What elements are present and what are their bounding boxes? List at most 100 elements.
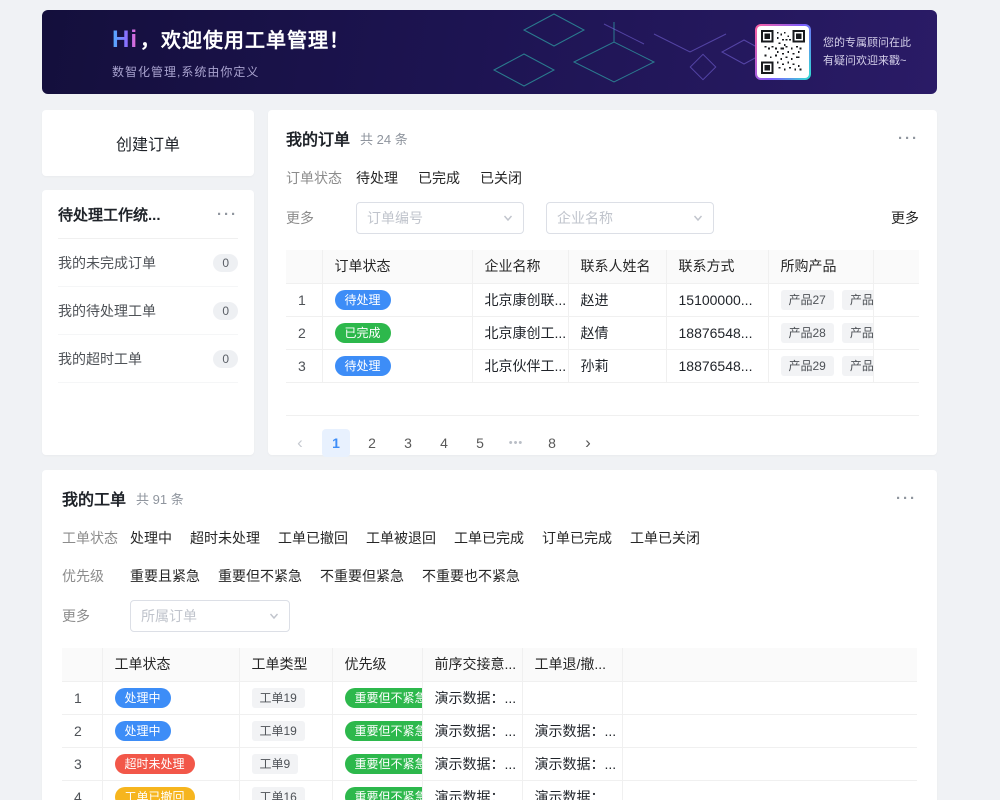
status-badge: 处理中	[115, 688, 171, 708]
column-header-status: 订单状态	[322, 250, 472, 283]
filter-option-returned[interactable]: 工单被退回	[366, 528, 436, 548]
table-row[interactable]: 3 待处理 北京伙伴工... 孙莉 18876548... 产品29产品	[286, 349, 919, 382]
banner-decoration-icon	[454, 10, 794, 94]
contact-cell: 赵进	[568, 283, 666, 316]
row-index: 3	[286, 349, 322, 382]
contact-cell: 孙莉	[568, 349, 666, 382]
tickets-table: 工单状态 工单类型 优先级 前序交接意... 工单退/撤... 1 处理中 工单…	[62, 648, 917, 800]
page-button-3[interactable]: 3	[394, 429, 422, 457]
tail-cell	[622, 747, 917, 780]
page-ellipsis-button[interactable]: •••	[502, 429, 530, 457]
company-name-select[interactable]: 企业名称	[546, 202, 714, 234]
create-order-button[interactable]: 创建订单	[42, 110, 254, 176]
filter-option-order-done[interactable]: 订单已完成	[542, 528, 612, 548]
more-icon[interactable]: ···	[896, 491, 917, 506]
orders-title: 我的订单	[286, 126, 350, 150]
consultant-block: 您的专属顾问在此 有疑问欢迎来戳~	[755, 24, 911, 80]
priority-filter-row: 优先级 重要且紧急 重要但不紧急 不重要但紧急 不重要也不紧急	[62, 566, 917, 586]
page-button-4[interactable]: 4	[430, 429, 458, 457]
orders-table: 订单状态 企业名称 联系人姓名 联系方式 所购产品 1 待处理 北京康创联...…	[286, 250, 919, 416]
order-status-filter-label: 订单状态	[286, 168, 356, 188]
column-header-withdraw: 工单退/撤...	[522, 648, 622, 681]
column-header-priority: 优先级	[332, 648, 422, 681]
priority-option-4[interactable]: 不重要也不紧急	[422, 566, 520, 586]
withdraw-cell	[522, 681, 622, 714]
orders-count: 共 24 条	[360, 129, 408, 148]
table-row[interactable]: 2 已完成 北京康创工... 赵倩 18876548... 产品28产品	[286, 316, 919, 349]
order-id-select-placeholder: 订单编号	[367, 208, 423, 228]
orders-panel: 我的订单 共 24 条 ··· 订单状态 待处理 已完成 已关闭 更多 订单编号…	[268, 110, 937, 455]
tail-cell	[622, 780, 917, 800]
table-row[interactable]: 1 待处理 北京康创联... 赵进 15100000... 产品27产品	[286, 283, 919, 316]
filter-option-closed[interactable]: 工单已关闭	[630, 528, 700, 548]
column-header-index	[286, 250, 322, 283]
filter-option-closed[interactable]: 已关闭	[480, 168, 522, 188]
filter-option-completed[interactable]: 已完成	[418, 168, 460, 188]
welcome-banner: Hi，欢迎使用工单管理！ 数智化管理,系统由你定义	[42, 10, 937, 94]
table-row[interactable]: 1 处理中 工单19 重要但不紧急 演示数据：...	[62, 681, 917, 714]
products-cell: 产品28产品	[768, 316, 873, 349]
priority-badge: 重要但不紧急	[345, 754, 423, 774]
tickets-table-header-row: 工单状态 工单类型 优先级 前序交接意... 工单退/撤...	[62, 648, 917, 681]
column-header-company: 企业名称	[472, 250, 568, 283]
parent-order-select[interactable]: 所属订单	[130, 600, 290, 632]
stat-row-overtime-tickets[interactable]: 我的超时工单 0	[58, 335, 238, 383]
status-badge: 待处理	[335, 290, 391, 310]
page-button-5[interactable]: 5	[466, 429, 494, 457]
status-badge: 超时未处理	[115, 754, 195, 774]
company-select-placeholder: 企业名称	[557, 208, 613, 228]
order-id-select[interactable]: 订单编号	[356, 202, 524, 234]
tail-cell	[873, 283, 919, 316]
company-cell: 北京康创联...	[472, 283, 568, 316]
prev-page-button[interactable]: ‹	[286, 429, 314, 457]
left-column: 创建订单 待处理工作统... ··· 我的未完成订单 0 我的待处理工单 0 我…	[42, 110, 254, 455]
count-badge: 0	[213, 254, 238, 272]
stat-label: 我的待处理工单	[58, 301, 156, 321]
status-badge: 已完成	[335, 323, 391, 343]
phone-cell: 18876548...	[666, 349, 768, 382]
ticket-type-tag: 工单19	[252, 688, 305, 708]
page-button-2[interactable]: 2	[358, 429, 386, 457]
tickets-title: 我的工单	[62, 486, 126, 510]
product-tag: 产品29	[781, 356, 834, 376]
priority-badge: 重要但不紧急	[345, 688, 423, 708]
filter-option-processing[interactable]: 处理中	[130, 528, 172, 548]
product-tag: 产品27	[781, 290, 834, 310]
table-row[interactable]: 3 超时未处理 工单9 重要但不紧急 演示数据：... 演示数据：...	[62, 747, 917, 780]
row-index: 3	[62, 747, 102, 780]
table-row[interactable]: 2 处理中 工单19 重要但不紧急 演示数据：... 演示数据：...	[62, 714, 917, 747]
banner-text: Hi，欢迎使用工单管理！ 数智化管理,系统由你定义	[112, 24, 350, 80]
ticket-type-tag: 工单16	[252, 787, 305, 800]
row-index: 2	[286, 316, 322, 349]
tickets-count: 共 91 条	[136, 489, 184, 508]
status-badge: 待处理	[335, 356, 391, 376]
more-icon[interactable]: ···	[898, 131, 919, 146]
priority-badge: 重要但不紧急	[345, 787, 423, 800]
company-cell: 北京康创工...	[472, 316, 568, 349]
priority-option-3[interactable]: 不重要但紧急	[320, 566, 404, 586]
chevron-down-icon	[693, 213, 703, 223]
stat-row-pending-tickets[interactable]: 我的待处理工单 0	[58, 287, 238, 335]
filter-option-withdrawn[interactable]: 工单已撤回	[278, 528, 348, 548]
stat-row-unfinished-orders[interactable]: 我的未完成订单 0	[58, 239, 238, 287]
workorder-dashboard: Hi，欢迎使用工单管理！ 数智化管理,系统由你定义	[0, 0, 1000, 800]
table-row[interactable]: 4 工单已撤回 工单16 重要但不紧急 演示数据：... 演示数据：...	[62, 780, 917, 800]
product-tag: 产品	[842, 356, 873, 376]
row-index: 1	[286, 283, 322, 316]
more-filter-label: 更多	[286, 208, 356, 228]
tail-cell	[622, 714, 917, 747]
more-icon[interactable]: ···	[217, 207, 238, 222]
priority-option-2[interactable]: 重要但不紧急	[218, 566, 302, 586]
priority-option-1[interactable]: 重要且紧急	[130, 566, 200, 586]
filter-option-pending[interactable]: 待处理	[356, 168, 398, 188]
products-cell: 产品29 产品	[768, 349, 873, 382]
more-filters-link[interactable]: 更多	[891, 208, 919, 228]
filter-option-overtime[interactable]: 超时未处理	[190, 528, 260, 548]
more-filter-label: 更多	[62, 606, 130, 626]
page-button-8[interactable]: 8	[538, 429, 566, 457]
column-header-tail	[873, 250, 919, 283]
next-page-button[interactable]: ›	[574, 429, 602, 457]
product-tag: 产品	[842, 290, 873, 310]
filter-option-ticket-done[interactable]: 工单已完成	[454, 528, 524, 548]
page-button-1[interactable]: 1	[322, 429, 350, 457]
